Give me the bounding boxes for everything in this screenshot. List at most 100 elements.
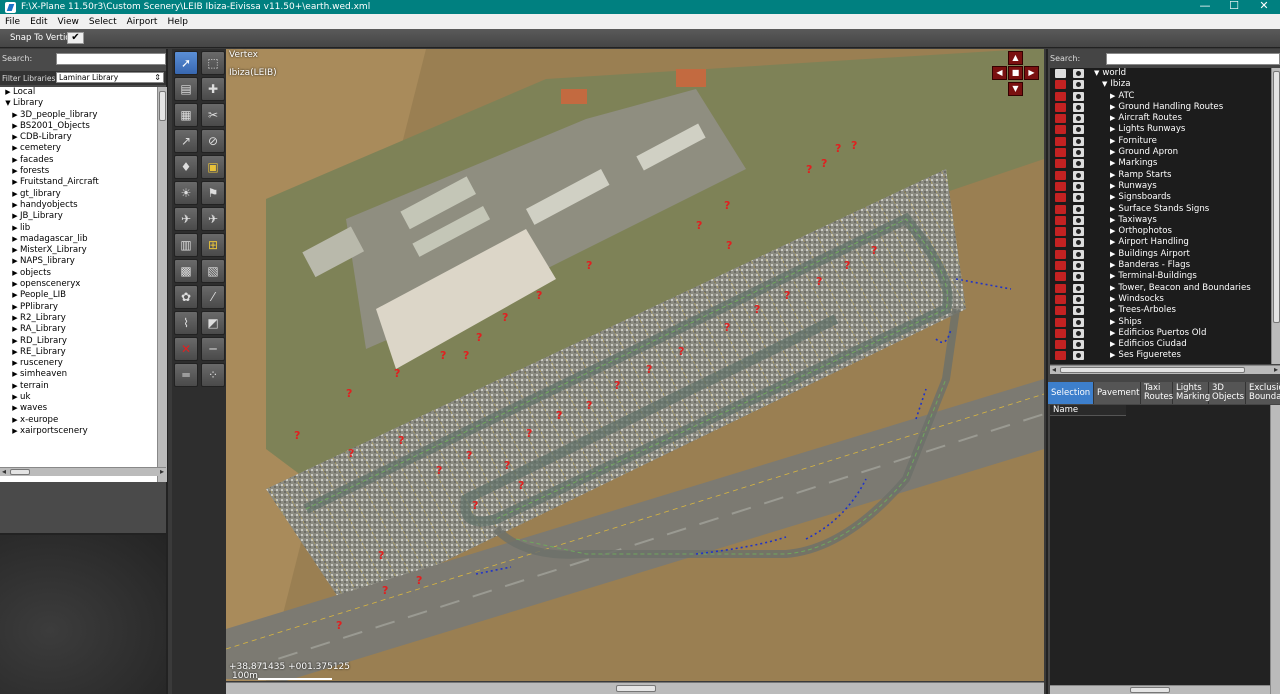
facade-tool-icon[interactable]: ▥ bbox=[174, 233, 198, 257]
tree-row-group[interactable]: ▶ Taxiways bbox=[1050, 215, 1271, 226]
menu-view[interactable]: View bbox=[53, 17, 84, 27]
lock-icon[interactable] bbox=[1055, 136, 1066, 146]
taxi-route-tool-icon[interactable]: ↗ bbox=[174, 129, 198, 153]
library-item[interactable]: ▶ JB_Library bbox=[0, 211, 157, 222]
eye-icon[interactable] bbox=[1073, 328, 1084, 338]
ramp-start-tool-icon[interactable]: ✈ bbox=[174, 207, 198, 231]
library-item[interactable]: ▶ CDB-Library bbox=[0, 132, 157, 143]
library-scroll-thumb[interactable] bbox=[159, 91, 166, 121]
filter-libraries-select[interactable]: Laminar Library ⇕ bbox=[56, 72, 164, 83]
library-item[interactable]: ▶ forests bbox=[0, 166, 157, 177]
menu-file[interactable]: File bbox=[0, 17, 25, 27]
library-item[interactable]: ▶ Fruitstand_Aircraft bbox=[0, 177, 157, 188]
tab-pavement[interactable]: Pavement bbox=[1094, 382, 1141, 404]
eye-icon[interactable] bbox=[1073, 125, 1084, 135]
eye-icon[interactable] bbox=[1073, 261, 1084, 271]
eye-icon[interactable] bbox=[1073, 181, 1084, 191]
sign-tool-icon[interactable]: ▣ bbox=[201, 155, 225, 179]
library-item[interactable]: ▶ handyobjects bbox=[0, 200, 157, 211]
lock-icon[interactable] bbox=[1055, 193, 1066, 203]
tree-row-group[interactable]: ▶ Airport Handling bbox=[1050, 237, 1271, 248]
library-item[interactable]: ▶ cemetery bbox=[0, 143, 157, 154]
minimize-button[interactable]: — bbox=[1190, 0, 1220, 14]
map-hscroll-thumb[interactable] bbox=[616, 685, 656, 692]
tree-row-group[interactable]: ▶ Ground Handling Routes bbox=[1050, 102, 1271, 113]
lock-icon[interactable] bbox=[1055, 340, 1066, 350]
lock-icon[interactable] bbox=[1055, 69, 1066, 78]
menu-select[interactable]: Select bbox=[84, 17, 122, 27]
lock-icon[interactable] bbox=[1055, 238, 1066, 248]
tree-row-group[interactable]: ▶ Tower, Beacon and Boundaries bbox=[1050, 283, 1271, 294]
line-tool-icon[interactable]: ⁄ bbox=[201, 285, 225, 309]
lock-icon[interactable] bbox=[1055, 227, 1066, 237]
beacon-tool-icon[interactable]: ☀ bbox=[174, 181, 198, 205]
zoom-center-icon[interactable]: ■ bbox=[1008, 66, 1023, 80]
menu-help[interactable]: Help bbox=[162, 17, 193, 27]
library-root-local[interactable]: ▶ Local bbox=[0, 87, 157, 98]
hierarchy-vertical-scrollbar[interactable] bbox=[1271, 68, 1280, 364]
library-item[interactable]: ▶ ruscenery bbox=[0, 358, 157, 369]
exclusion-tool-icon[interactable]: ✕ bbox=[174, 337, 198, 361]
eye-icon[interactable] bbox=[1073, 294, 1084, 304]
hierarchy-scroll-thumb[interactable] bbox=[1273, 71, 1280, 323]
light-tool-icon[interactable]: ♦ bbox=[174, 155, 198, 179]
pan-up-icon[interactable]: ▲ bbox=[1008, 51, 1023, 65]
maximize-button[interactable]: ☐ bbox=[1219, 0, 1249, 14]
eye-icon[interactable] bbox=[1073, 136, 1084, 146]
lock-icon[interactable] bbox=[1055, 80, 1066, 90]
lock-icon[interactable] bbox=[1055, 102, 1066, 112]
eye-icon[interactable] bbox=[1073, 340, 1084, 350]
library-item[interactable]: ▶ RD_Library bbox=[0, 336, 157, 347]
library-item[interactable]: ▶ PPlibrary bbox=[0, 302, 157, 313]
marker-tool-icon[interactable]: ⁘ bbox=[201, 363, 225, 387]
library-horizontal-scrollbar[interactable]: ◂ ▸ bbox=[0, 467, 166, 476]
name-column-header[interactable]: Name bbox=[1050, 405, 1126, 416]
library-item[interactable]: ▶ 3D_people_library bbox=[0, 110, 157, 121]
lock-icon[interactable] bbox=[1055, 204, 1066, 214]
library-search-input[interactable] bbox=[56, 53, 166, 65]
map-horizontal-scrollbar[interactable] bbox=[226, 682, 1044, 694]
eye-icon[interactable] bbox=[1073, 317, 1084, 327]
tree-row-group[interactable]: ▶ Edificios Ciudad bbox=[1050, 339, 1271, 350]
hierarchy-hscroll-thumb[interactable] bbox=[1060, 367, 1245, 373]
polygon-tool-icon[interactable]: ◩ bbox=[201, 311, 225, 335]
hierarchy-search-input[interactable] bbox=[1106, 53, 1280, 65]
tree-row-group[interactable]: ▶ Orthophotos bbox=[1050, 226, 1271, 237]
scroll-left-icon[interactable]: ◂ bbox=[1052, 365, 1056, 374]
menu-edit[interactable]: Edit bbox=[25, 17, 52, 27]
library-item[interactable]: ▶ objects bbox=[0, 268, 157, 279]
pan-down-icon[interactable]: ▼ bbox=[1008, 82, 1023, 96]
tree-row-group[interactable]: ▶ ATC bbox=[1050, 91, 1271, 102]
library-item[interactable]: ▶ gt_library bbox=[0, 189, 157, 200]
atc-tool-icon[interactable]: ⊞ bbox=[201, 233, 225, 257]
lock-icon[interactable] bbox=[1055, 114, 1066, 124]
lock-icon[interactable] bbox=[1055, 306, 1066, 316]
close-button[interactable]: ✕ bbox=[1249, 0, 1279, 14]
tree-row-world[interactable]: ▼ world bbox=[1050, 68, 1271, 79]
library-item[interactable]: ▶ terrain bbox=[0, 381, 157, 392]
eye-icon[interactable] bbox=[1073, 238, 1084, 248]
library-item[interactable]: ▶ NAPS_library bbox=[0, 256, 157, 267]
tree-row-airport[interactable]: ▼ Ibiza bbox=[1050, 79, 1271, 90]
eye-icon[interactable] bbox=[1073, 204, 1084, 214]
string-tool-icon[interactable]: ─ bbox=[201, 337, 225, 361]
menu-airport[interactable]: Airport bbox=[122, 17, 163, 27]
properties-hscroll-thumb[interactable] bbox=[1130, 687, 1170, 693]
building-tool-icon[interactable]: ▩ bbox=[174, 259, 198, 283]
scroll-left-icon[interactable]: ◂ bbox=[2, 467, 6, 476]
lock-icon[interactable] bbox=[1055, 91, 1066, 101]
snap-to-vertices-checkbox[interactable]: ✔ bbox=[67, 32, 84, 44]
tab-lights-marking[interactable]: Lights Marking bbox=[1173, 382, 1210, 404]
library-item[interactable]: ▶ BS2001_Objects bbox=[0, 121, 157, 132]
boundary-tool-icon[interactable]: ⊘ bbox=[201, 129, 225, 153]
taxiway-tool-icon[interactable]: ✂ bbox=[201, 103, 225, 127]
lock-icon[interactable] bbox=[1055, 283, 1066, 293]
tab-exclusion-boundaries[interactable]: Exclusion Boundaries bbox=[1246, 382, 1280, 404]
properties-vertical-scrollbar[interactable] bbox=[1270, 405, 1280, 694]
lock-icon[interactable] bbox=[1055, 159, 1066, 169]
library-vertical-scrollbar[interactable] bbox=[157, 87, 167, 482]
tree-row-group[interactable]: ▶ Ground Apron bbox=[1050, 147, 1271, 158]
eye-icon[interactable] bbox=[1073, 351, 1084, 361]
helipad-tool-icon[interactable]: ✚ bbox=[201, 77, 225, 101]
map-view[interactable]: ???? ??? ??? ??? ??? ??? ??? ??? ??? ???… bbox=[226, 49, 1044, 681]
